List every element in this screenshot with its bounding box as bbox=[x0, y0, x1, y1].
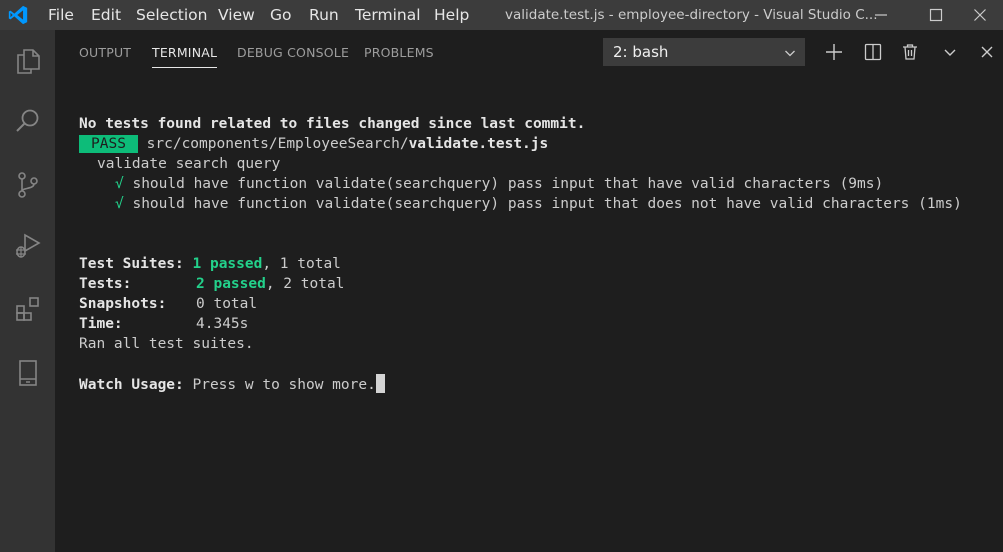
time-label: Time: bbox=[79, 316, 123, 332]
tests-passed: 2 passed bbox=[196, 276, 266, 292]
no-tests-message: No tests found related to files changed … bbox=[79, 116, 586, 132]
ran-all-message: Ran all test suites. bbox=[79, 336, 254, 352]
check-icon: √ bbox=[115, 176, 124, 192]
suites-summary: Test Suites: 1 passed, 1 total bbox=[79, 254, 962, 274]
debug-icon bbox=[15, 233, 41, 258]
close-panel-button[interactable] bbox=[975, 40, 999, 64]
tab-debug-console[interactable]: DEBUG CONSOLE bbox=[237, 30, 349, 76]
test-name-1: should have function validate(searchquer… bbox=[132, 176, 884, 192]
menu-go[interactable]: Go bbox=[270, 6, 292, 24]
activity-bar bbox=[0, 30, 55, 552]
explorer-button[interactable] bbox=[0, 36, 55, 86]
files-icon bbox=[16, 49, 40, 74]
terminal-output[interactable]: No tests found related to files changed … bbox=[79, 114, 962, 394]
describe-block: validate search query bbox=[97, 156, 281, 172]
close-icon bbox=[974, 9, 986, 21]
menu-run[interactable]: Run bbox=[309, 6, 339, 24]
remote-explorer-button[interactable] bbox=[0, 348, 55, 398]
menu-file[interactable]: File bbox=[48, 6, 74, 24]
trash-icon bbox=[903, 44, 917, 60]
menu-help[interactable]: Help bbox=[434, 6, 469, 24]
pass-badge: PASS bbox=[79, 135, 138, 153]
tests-summary: Tests: 2 passed, 2 total bbox=[79, 274, 962, 294]
window-title: validate.test.js - employee-directory - … bbox=[505, 7, 878, 23]
terminal-select-dropdown[interactable]: 2: bash bbox=[603, 38, 805, 66]
source-control-button[interactable] bbox=[0, 160, 55, 210]
search-icon bbox=[15, 109, 38, 132]
search-button[interactable] bbox=[0, 96, 55, 146]
check-icon: √ bbox=[115, 196, 124, 212]
time-summary: Time: 4.345s bbox=[79, 314, 962, 334]
source-control-icon bbox=[17, 172, 38, 198]
terminal-cursor bbox=[375, 374, 385, 393]
suites-total: , 1 total bbox=[262, 256, 341, 272]
maximize-icon bbox=[929, 8, 943, 22]
plus-icon bbox=[826, 44, 842, 60]
extensions-button[interactable] bbox=[0, 284, 55, 334]
menu-terminal[interactable]: Terminal bbox=[355, 6, 421, 24]
vscode-logo-icon bbox=[8, 5, 28, 25]
tab-problems[interactable]: PROBLEMS bbox=[364, 30, 434, 76]
tab-output[interactable]: OUTPUT bbox=[79, 30, 131, 76]
menu-selection[interactable]: Selection bbox=[136, 6, 207, 24]
maximize-button[interactable] bbox=[913, 0, 959, 30]
time-value: 4.345s bbox=[196, 316, 249, 332]
test-file-name: validate.test.js bbox=[408, 136, 549, 152]
extensions-icon bbox=[15, 297, 39, 321]
tests-total: , 2 total bbox=[265, 276, 345, 292]
title-bar: File Edit Selection View Go Run Terminal… bbox=[0, 0, 1003, 30]
menu-view[interactable]: View bbox=[218, 6, 255, 24]
tests-label: Tests: bbox=[79, 276, 132, 292]
suites-label: Test Suites: bbox=[79, 256, 184, 272]
maximize-panel-button[interactable] bbox=[938, 40, 962, 64]
new-terminal-button[interactable] bbox=[822, 40, 846, 64]
run-debug-button[interactable] bbox=[0, 220, 55, 270]
remote-explorer-icon bbox=[18, 360, 37, 386]
chevron-down-icon bbox=[785, 50, 795, 57]
split-terminal-button[interactable] bbox=[861, 40, 885, 64]
minimize-button[interactable] bbox=[858, 0, 904, 30]
test-file-path: src/components/EmployeeSearch/ bbox=[146, 136, 409, 152]
watch-usage-text: Press w to show more. bbox=[183, 377, 376, 393]
watch-usage-line: Watch Usage: Press w to show more. bbox=[79, 374, 962, 394]
split-icon bbox=[864, 43, 882, 61]
close-icon bbox=[981, 46, 993, 58]
snapshots-label: Snapshots: bbox=[79, 296, 167, 312]
suites-passed: 1 passed bbox=[192, 256, 263, 272]
kill-terminal-button[interactable] bbox=[898, 40, 922, 64]
watch-usage-label: Watch Usage: bbox=[79, 377, 184, 393]
test-result-1: √ should have function validate(searchqu… bbox=[79, 174, 962, 194]
pass-line: PASS src/components/EmployeeSearch/valid… bbox=[79, 134, 962, 154]
test-name-2: should have function validate(searchquer… bbox=[132, 196, 962, 212]
terminal-select-value: 2: bash bbox=[613, 43, 669, 61]
close-window-button[interactable] bbox=[957, 0, 1003, 30]
tab-terminal[interactable]: TERMINAL bbox=[152, 30, 218, 76]
chevron-down-icon bbox=[944, 49, 956, 56]
snapshots-summary: Snapshots: 0 total bbox=[79, 294, 962, 314]
menu-edit[interactable]: Edit bbox=[91, 6, 121, 24]
test-result-2: √ should have function validate(searchqu… bbox=[79, 194, 962, 214]
snapshots-value: 0 total bbox=[196, 296, 258, 312]
minimize-icon bbox=[875, 14, 887, 16]
